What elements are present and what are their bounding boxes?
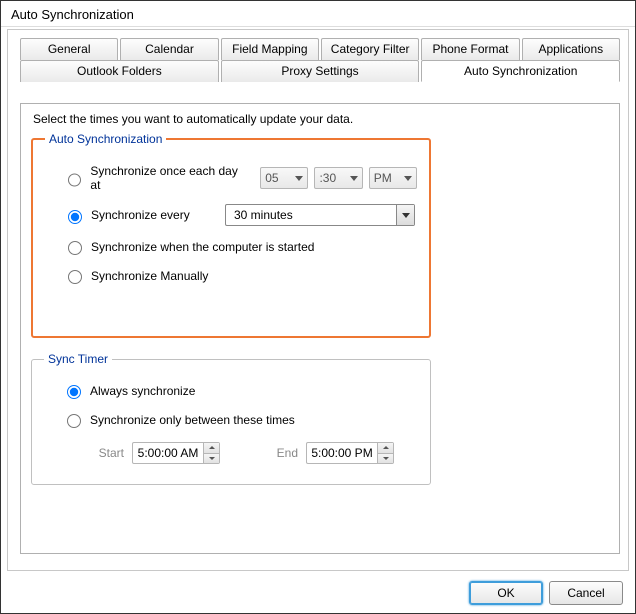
radio-sync-startup[interactable] <box>68 241 82 255</box>
dialog-buttons: OK Cancel <box>469 581 623 605</box>
label-between: Synchronize only between these times <box>90 413 295 427</box>
label-sync-manual: Synchronize Manually <box>91 269 208 283</box>
radio-sync-every[interactable] <box>68 210 82 224</box>
chevron-down-icon <box>404 176 412 181</box>
label-sync-startup: Synchronize when the computer is started <box>91 240 314 254</box>
tab-category-filter[interactable]: Category Filter <box>321 38 419 60</box>
start-time-input[interactable] <box>133 443 203 463</box>
cancel-button[interactable]: Cancel <box>549 581 623 605</box>
end-time-field[interactable] <box>306 442 394 464</box>
sync-timer-group: Sync Timer Always synchronize Synchroniz… <box>31 352 431 485</box>
chevron-down-icon <box>402 213 410 218</box>
select-interval[interactable]: 30 minutes <box>225 204 415 226</box>
end-spinner[interactable] <box>377 443 393 463</box>
chevron-down-icon <box>295 176 303 181</box>
select-minute[interactable]: :30 <box>314 167 362 189</box>
radio-between[interactable] <box>67 414 81 428</box>
instruction-text: Select the times you want to automatical… <box>33 112 609 126</box>
tab-strip: General Calendar Field Mapping Category … <box>8 30 628 82</box>
start-time-field[interactable] <box>132 442 220 464</box>
ok-button[interactable]: OK <box>469 581 543 605</box>
label-always: Always synchronize <box>90 384 195 398</box>
start-spinner[interactable] <box>203 443 219 463</box>
radio-sync-once[interactable] <box>68 173 81 187</box>
radio-always[interactable] <box>67 385 81 399</box>
tab-field-mapping[interactable]: Field Mapping <box>221 38 319 60</box>
tab-general[interactable]: General <box>20 38 118 60</box>
radio-sync-manual[interactable] <box>68 270 82 284</box>
auto-sync-tab-panel: Select the times you want to automatical… <box>20 103 620 554</box>
end-time-input[interactable] <box>307 443 377 463</box>
content-panel: General Calendar Field Mapping Category … <box>7 29 629 571</box>
auto-sync-group: Auto Synchronization Synchronize once ea… <box>31 132 431 338</box>
settings-window: Auto Synchronization General Calendar Fi… <box>0 0 636 614</box>
tab-auto-synchronization[interactable]: Auto Synchronization <box>421 60 620 82</box>
label-sync-every: Synchronize every <box>91 208 219 222</box>
tab-applications[interactable]: Applications <box>522 38 620 60</box>
select-ampm[interactable]: PM <box>369 167 417 189</box>
tab-outlook-folders[interactable]: Outlook Folders <box>20 60 219 82</box>
end-label: End <box>264 446 298 460</box>
label-sync-once: Synchronize once each day at <box>90 164 244 192</box>
auto-sync-legend: Auto Synchronization <box>45 132 166 146</box>
sync-timer-legend: Sync Timer <box>44 352 112 366</box>
tab-phone-format[interactable]: Phone Format <box>421 38 519 60</box>
window-title: Auto Synchronization <box>1 1 635 27</box>
tab-proxy-settings[interactable]: Proxy Settings <box>221 60 420 82</box>
start-label: Start <box>90 446 124 460</box>
chevron-down-icon <box>350 176 358 181</box>
tab-calendar[interactable]: Calendar <box>120 38 218 60</box>
select-hour[interactable]: 05 <box>260 167 308 189</box>
